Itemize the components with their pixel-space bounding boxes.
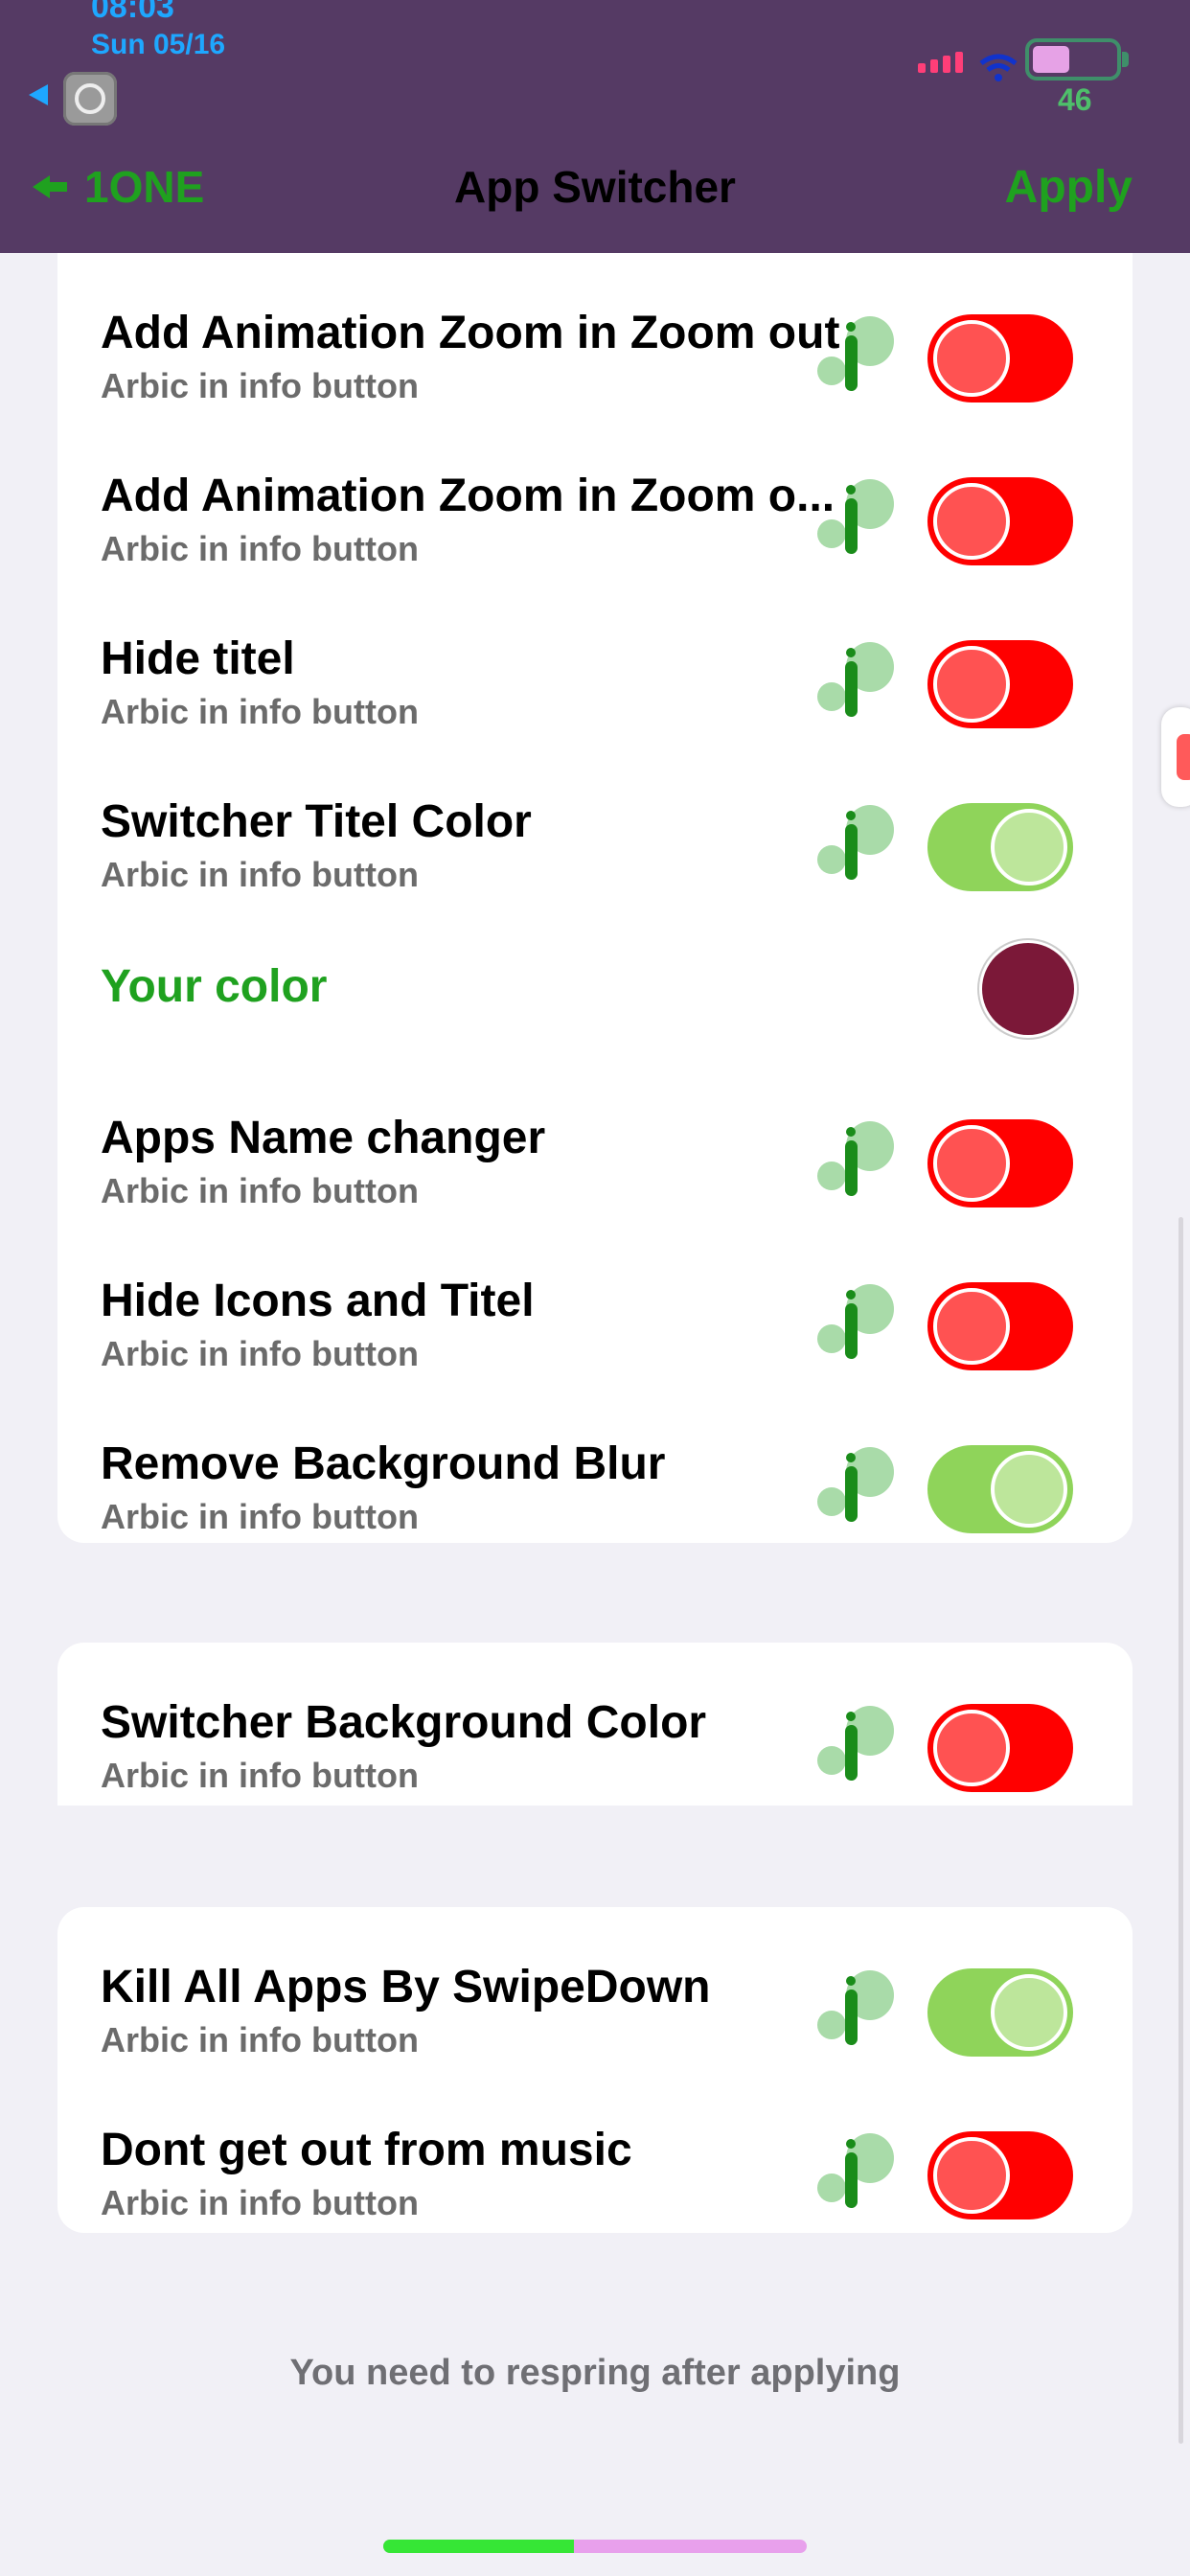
setting-row: Hide titel Arbic in info button (57, 579, 1133, 742)
back-to-app-icon[interactable] (29, 84, 48, 105)
toggle-switch[interactable] (927, 1282, 1073, 1370)
battery-percentage: 46 (1058, 82, 1092, 117)
status-date: Sun 05/16 (91, 29, 226, 60)
setting-row: Remove Background Blur Arbic in info but… (57, 1384, 1133, 1547)
settings-group-2: Switcher Background Color Arbic in info … (57, 1643, 1133, 1806)
info-icon[interactable] (817, 1121, 894, 1198)
setting-subtitle: Arbic in info button (101, 692, 419, 731)
toggle-switch[interactable] (927, 1119, 1073, 1208)
scrollbar[interactable] (1179, 1217, 1183, 2444)
color-swatch[interactable] (982, 943, 1074, 1035)
setting-subtitle: Arbic in info button (101, 366, 419, 405)
apply-button[interactable]: Apply (1005, 161, 1133, 214)
setting-row: Add Animation Zoom in Zoom o... Arbic in… (57, 416, 1133, 579)
setting-row: Kill All Apps By SwipeDown Arbic in info… (57, 1907, 1133, 2070)
setting-title: Apps Name changer (101, 1113, 546, 1163)
setting-title: Hide titel (101, 633, 295, 684)
setting-subtitle: Arbic in info button (101, 1171, 419, 1210)
toggle-switch[interactable] (927, 314, 1073, 402)
setting-subtitle: Arbic in info button (101, 529, 419, 568)
battery-icon (1025, 38, 1129, 80)
respring-note: You need to respring after applying (289, 2353, 901, 2393)
signal-icon (918, 52, 963, 73)
setting-title: Switcher Background Color (101, 1697, 707, 1748)
toggle-switch[interactable] (927, 803, 1073, 891)
setting-subtitle: Arbic in info button (101, 1497, 419, 1536)
toggle-switch[interactable] (927, 1968, 1073, 2057)
setting-title: Remove Background Blur (101, 1438, 666, 1489)
toggle-switch[interactable] (927, 477, 1073, 565)
info-icon[interactable] (817, 316, 894, 393)
info-icon[interactable] (817, 642, 894, 719)
setting-title: Add Animation Zoom in Zoom out (101, 308, 840, 358)
toggle-switch[interactable] (927, 2131, 1073, 2220)
toggle-switch[interactable] (927, 1445, 1073, 1533)
settings-group-1: Add Animation Zoom in Zoom out Arbic in … (57, 253, 1133, 1543)
info-icon[interactable] (817, 805, 894, 882)
wifi-icon (979, 54, 1018, 81)
info-icon[interactable] (817, 1447, 894, 1524)
setting-title: Dont get out from music (101, 2125, 632, 2175)
setting-row: Apps Name changer Arbic in info button (57, 1058, 1133, 1221)
settings-app-icon[interactable] (63, 72, 117, 126)
toggle-switch[interactable] (927, 1704, 1073, 1792)
toggle-switch[interactable] (927, 640, 1073, 728)
info-icon[interactable] (817, 1706, 894, 1782)
side-handle[interactable] (1161, 707, 1190, 807)
setting-subtitle: Arbic in info button (101, 2020, 419, 2059)
setting-row: Switcher Titel Color Arbic in info butto… (57, 742, 1133, 905)
status-time: 08:03 (91, 0, 174, 25)
setting-subtitle: Arbic in info button (101, 1334, 419, 1373)
setting-row: Hide Icons and Titel Arbic in info butto… (57, 1221, 1133, 1384)
info-icon[interactable] (817, 1284, 894, 1361)
info-icon[interactable] (817, 479, 894, 556)
setting-title: Add Animation Zoom in Zoom o... (101, 471, 835, 521)
setting-title: Kill All Apps By SwipeDown (101, 1962, 711, 2012)
setting-row: Dont get out from music Arbic in info bu… (57, 2070, 1133, 2233)
setting-title: Hide Icons and Titel (101, 1276, 535, 1326)
home-indicator[interactable] (383, 2540, 807, 2553)
color-picker-row[interactable]: Your color (57, 905, 1133, 1058)
info-icon[interactable] (817, 1970, 894, 2047)
setting-subtitle: Arbic in info button (101, 855, 419, 894)
setting-title: Switcher Titel Color (101, 796, 532, 847)
settings-group-3: Kill All Apps By SwipeDown Arbic in info… (57, 1907, 1133, 2233)
setting-row: Switcher Background Color Arbic in info … (57, 1643, 1133, 1806)
setting-subtitle: Arbic in info button (101, 1756, 419, 1795)
top-bar: 08:03 Sun 05/16 46 1ONE App Switcher App… (0, 0, 1190, 253)
setting-subtitle: Arbic in info button (101, 2183, 419, 2222)
setting-row: Add Animation Zoom in Zoom out Arbic in … (57, 253, 1133, 416)
color-picker-label: Your color (101, 961, 328, 1012)
info-icon[interactable] (817, 2133, 894, 2210)
